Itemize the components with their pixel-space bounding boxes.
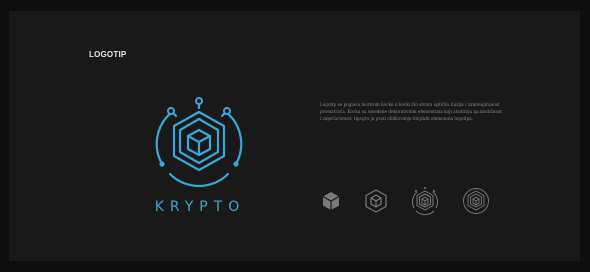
cube-solid-icon: [316, 186, 346, 216]
section-title: LOGOTIP: [89, 50, 127, 59]
krypto-logo-icon: [150, 94, 248, 192]
cube-ornate-icon: [410, 186, 440, 216]
logo-variants: [316, 186, 496, 216]
presentation-panel: [9, 11, 580, 261]
cube-outline-icon: [361, 186, 391, 216]
logo-description: Logotip se pogiava motivom kocke u kocki…: [320, 102, 502, 121]
canvas: LOGOTIP KRYPTO Logotip se pogiava motivo…: [0, 0, 590, 272]
brand-wordmark: KRYPTO: [154, 199, 246, 215]
cube-ornate-thin-icon: [461, 186, 491, 216]
